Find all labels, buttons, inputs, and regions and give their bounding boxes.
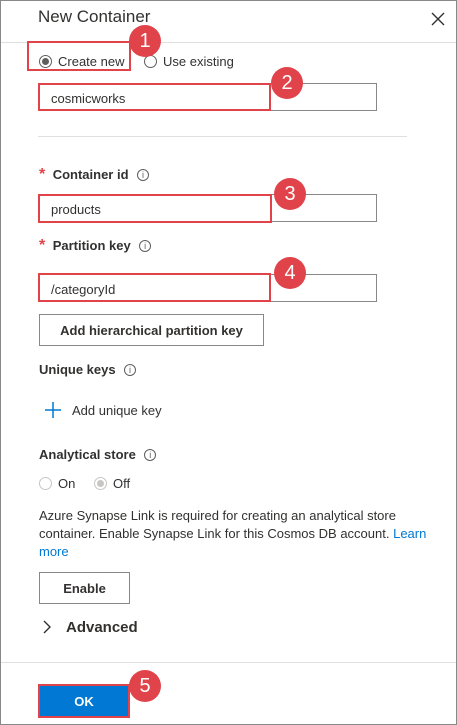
callout-badge-3: 3	[274, 178, 306, 210]
new-container-dialog: New Container Create new Use existing 1 …	[0, 0, 457, 725]
partition-key-label: Partition key	[52, 238, 131, 253]
container-id-label: Container id	[52, 167, 129, 182]
container-id-value: products	[51, 202, 101, 217]
partition-key-label-row: * Partition key i	[39, 237, 152, 255]
analytical-off-option: Off	[94, 476, 130, 491]
add-hierarchical-partition-key-button[interactable]: Add hierarchical partition key	[39, 314, 264, 346]
add-unique-key-label: Add unique key	[72, 402, 162, 418]
callout-badge-1: 1	[129, 25, 161, 57]
dialog-title: New Container	[38, 7, 151, 26]
ok-button-highlight	[38, 684, 130, 718]
unique-keys-label-row: Unique keys i	[39, 361, 137, 379]
advanced-label: Advanced	[66, 618, 138, 636]
synapse-link-note: Azure Synapse Link is required for creat…	[39, 507, 439, 561]
info-icon[interactable]: i	[136, 169, 149, 181]
plus-icon	[45, 402, 61, 418]
callout-badge-4: 4	[274, 257, 306, 289]
analytical-on-label: On	[58, 476, 76, 491]
analytical-store-label-row: Analytical store i	[39, 446, 157, 464]
advanced-section-toggle[interactable]: Advanced	[41, 618, 138, 636]
required-mark: *	[39, 166, 46, 183]
synapse-link-note-text: Azure Synapse Link is required for creat…	[39, 508, 396, 541]
footer-divider	[1, 662, 456, 663]
create-new-radio[interactable]	[39, 55, 52, 68]
database-name-value: cosmicworks	[51, 91, 126, 106]
analytical-off-label: Off	[113, 476, 131, 491]
callout-badge-2: 2	[271, 67, 303, 99]
callout-badge-5: 5	[129, 670, 161, 702]
close-icon[interactable]	[429, 10, 447, 28]
analytical-on-option: On	[39, 476, 75, 491]
use-existing-option[interactable]: Use existing	[144, 54, 234, 69]
create-new-label: Create new	[58, 54, 125, 69]
info-icon[interactable]: i	[124, 364, 137, 376]
info-icon[interactable]: i	[139, 240, 152, 252]
container-id-label-row: * Container id i	[39, 166, 149, 184]
analytical-store-label: Analytical store	[39, 447, 136, 462]
info-icon[interactable]: i	[144, 449, 157, 461]
enable-button[interactable]: Enable	[39, 572, 130, 604]
section-divider	[38, 136, 407, 137]
use-existing-label: Use existing	[163, 54, 234, 69]
create-new-option[interactable]: Create new	[39, 54, 124, 69]
required-mark: *	[39, 237, 46, 254]
add-unique-key-button[interactable]: Add unique key	[43, 400, 162, 420]
analytical-on-radio	[39, 477, 52, 490]
chevron-right-icon	[43, 620, 51, 634]
unique-keys-label: Unique keys	[39, 362, 116, 377]
analytical-off-radio	[94, 477, 107, 490]
partition-key-value: /categoryId	[51, 282, 116, 297]
